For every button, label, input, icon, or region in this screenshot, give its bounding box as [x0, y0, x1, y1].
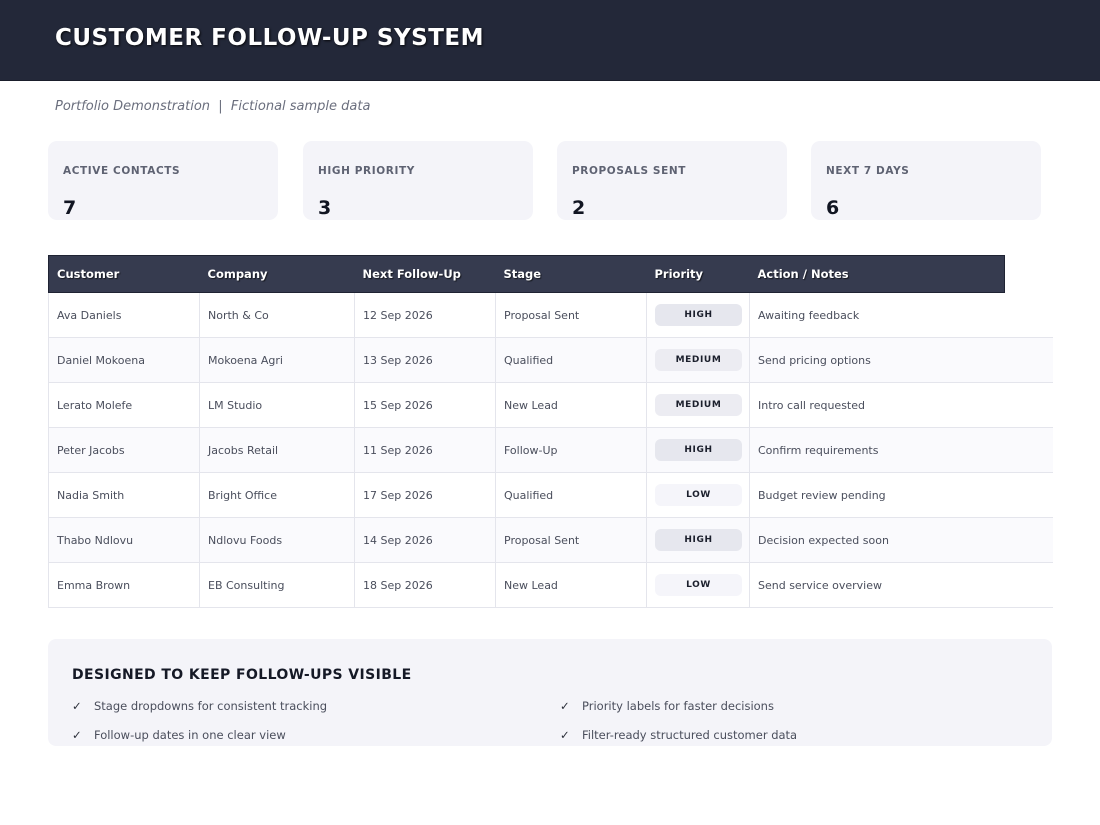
priority-badge: HIGH	[655, 304, 742, 326]
cell-company[interactable]: North & Co	[199, 292, 355, 338]
checkmark-icon: ✓	[560, 728, 570, 742]
cell-stage[interactable]: New Lead	[495, 382, 647, 428]
table-row[interactable]: Lerato Molefe LM Studio 15 Sep 2026 New …	[48, 382, 1053, 428]
cell-stage[interactable]: Proposal Sent	[495, 517, 647, 563]
cell-notes[interactable]: Budget review pending	[749, 472, 1053, 518]
cell-company[interactable]: Jacobs Retail	[199, 427, 355, 473]
kpi-value: 6	[826, 197, 840, 219]
feature-text: Filter-ready structured customer data	[582, 728, 798, 742]
cell-priority[interactable]: LOW	[646, 562, 750, 608]
feature-item: ✓ Filter-ready structured customer data	[560, 728, 797, 742]
column-header-company[interactable]: Company	[199, 255, 355, 293]
cell-next-follow-up[interactable]: 17 Sep 2026	[354, 472, 496, 518]
cell-priority[interactable]: MEDIUM	[646, 337, 750, 383]
table-row[interactable]: Nadia Smith Bright Office 17 Sep 2026 Qu…	[48, 472, 1053, 518]
cell-stage[interactable]: Follow-Up	[495, 427, 647, 473]
priority-badge: LOW	[655, 574, 742, 596]
header-spacer	[1004, 255, 1053, 293]
column-header-stage[interactable]: Stage	[495, 255, 647, 293]
cell-notes[interactable]: Intro call requested	[749, 382, 1053, 428]
kpi-value: 2	[572, 197, 586, 219]
kpi-label: ACTIVE CONTACTS	[63, 165, 181, 177]
column-header-priority[interactable]: Priority	[646, 255, 750, 293]
cell-notes[interactable]: Decision expected soon	[749, 517, 1053, 563]
cell-notes[interactable]: Awaiting feedback	[749, 292, 1053, 338]
cell-company[interactable]: Mokoena Agri	[199, 337, 355, 383]
cell-stage[interactable]: Qualified	[495, 472, 647, 518]
priority-badge: HIGH	[655, 439, 742, 461]
cell-priority[interactable]: MEDIUM	[646, 382, 750, 428]
cell-priority[interactable]: HIGH	[646, 292, 750, 338]
feature-text: Priority labels for faster decisions	[582, 699, 774, 713]
cell-customer[interactable]: Ava Daniels	[48, 292, 200, 338]
app-header: CUSTOMER FOLLOW-UP SYSTEM	[0, 0, 1100, 81]
feature-item: ✓ Priority labels for faster decisions	[560, 699, 774, 713]
follow-up-table: Customer Company Next Follow-Up Stage Pr…	[48, 255, 1053, 608]
cell-company[interactable]: EB Consulting	[199, 562, 355, 608]
column-header-customer[interactable]: Customer	[48, 255, 200, 293]
cell-next-follow-up[interactable]: 15 Sep 2026	[354, 382, 496, 428]
kpi-card-next-7-days: NEXT 7 DAYS 6	[811, 141, 1041, 220]
cell-next-follow-up[interactable]: 11 Sep 2026	[354, 427, 496, 473]
table-row[interactable]: Daniel Mokoena Mokoena Agri 13 Sep 2026 …	[48, 337, 1053, 383]
cell-customer[interactable]: Peter Jacobs	[48, 427, 200, 473]
app-title: CUSTOMER FOLLOW-UP SYSTEM	[55, 25, 484, 51]
table-header-row: Customer Company Next Follow-Up Stage Pr…	[48, 255, 1053, 293]
cell-company[interactable]: Bright Office	[199, 472, 355, 518]
kpi-label: PROPOSALS SENT	[572, 165, 687, 177]
page-subtitle: Portfolio Demonstration | Fictional samp…	[55, 99, 371, 114]
kpi-value: 7	[63, 197, 77, 219]
features-title: DESIGNED TO KEEP FOLLOW-UPS VISIBLE	[72, 667, 412, 683]
cell-notes[interactable]: Confirm requirements	[749, 427, 1053, 473]
cell-customer[interactable]: Nadia Smith	[48, 472, 200, 518]
priority-badge: LOW	[655, 484, 742, 506]
kpi-label: HIGH PRIORITY	[318, 165, 415, 177]
kpi-value: 3	[318, 197, 332, 219]
cell-customer[interactable]: Emma Brown	[48, 562, 200, 608]
cell-notes[interactable]: Send service overview	[749, 562, 1053, 608]
checkmark-icon: ✓	[560, 699, 570, 713]
feature-item: ✓ Stage dropdowns for consistent tracking	[72, 699, 327, 713]
cell-next-follow-up[interactable]: 12 Sep 2026	[354, 292, 496, 338]
table-row[interactable]: Peter Jacobs Jacobs Retail 11 Sep 2026 F…	[48, 427, 1053, 473]
table-row[interactable]: Emma Brown EB Consulting 18 Sep 2026 New…	[48, 562, 1053, 608]
cell-customer[interactable]: Lerato Molefe	[48, 382, 200, 428]
cell-customer[interactable]: Thabo Ndlovu	[48, 517, 200, 563]
column-header-next-follow-up[interactable]: Next Follow-Up	[354, 255, 496, 293]
feature-text: Follow-up dates in one clear view	[94, 728, 286, 742]
features-panel: DESIGNED TO KEEP FOLLOW-UPS VISIBLE ✓ Sta…	[48, 639, 1052, 746]
feature-item: ✓ Follow-up dates in one clear view	[72, 728, 286, 742]
cell-stage[interactable]: Proposal Sent	[495, 292, 647, 338]
cell-next-follow-up[interactable]: 18 Sep 2026	[354, 562, 496, 608]
feature-text: Stage dropdowns for consistent tracking	[94, 699, 328, 713]
cell-company[interactable]: LM Studio	[199, 382, 355, 428]
kpi-card-active-contacts: ACTIVE CONTACTS 7	[48, 141, 278, 220]
cell-priority[interactable]: HIGH	[646, 517, 750, 563]
checkmark-icon: ✓	[72, 699, 82, 713]
cell-notes[interactable]: Send pricing options	[749, 337, 1053, 383]
cell-priority[interactable]: HIGH	[646, 427, 750, 473]
cell-priority[interactable]: LOW	[646, 472, 750, 518]
cell-customer[interactable]: Daniel Mokoena	[48, 337, 200, 383]
priority-badge: HIGH	[655, 529, 742, 551]
column-header-action-notes[interactable]: Action / Notes	[749, 255, 1005, 293]
priority-badge: MEDIUM	[655, 349, 742, 371]
cell-next-follow-up[interactable]: 14 Sep 2026	[354, 517, 496, 563]
customer-table: Customer Company Next Follow-Up Stage Pr…	[48, 255, 1053, 608]
kpi-label: NEXT 7 DAYS	[826, 165, 910, 177]
cell-stage[interactable]: New Lead	[495, 562, 647, 608]
table-row[interactable]: Ava Daniels North & Co 12 Sep 2026 Propo…	[48, 292, 1053, 338]
kpi-card-high-priority: HIGH PRIORITY 3	[303, 141, 533, 220]
cell-company[interactable]: Ndlovu Foods	[199, 517, 355, 563]
cell-next-follow-up[interactable]: 13 Sep 2026	[354, 337, 496, 383]
kpi-card-proposals-sent: PROPOSALS SENT 2	[557, 141, 787, 220]
priority-badge: MEDIUM	[655, 394, 742, 416]
table-row[interactable]: Thabo Ndlovu Ndlovu Foods 14 Sep 2026 Pr…	[48, 517, 1053, 563]
cell-stage[interactable]: Qualified	[495, 337, 647, 383]
checkmark-icon: ✓	[72, 728, 82, 742]
